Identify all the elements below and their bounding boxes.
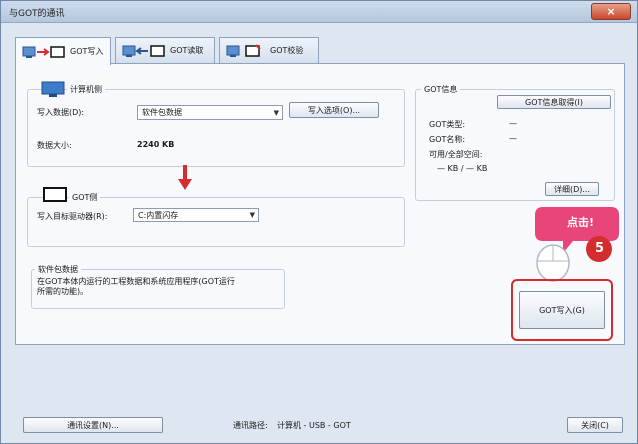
chevron-down-icon: ▼ xyxy=(273,108,279,117)
package-data-description: 在GOT本体内运行的工程数据和系统应用程序(GOT运行所需的功能)。 xyxy=(37,277,235,296)
comm-settings-button[interactable]: 通讯设置(N)... xyxy=(23,417,163,433)
comm-route-label: 通讯路径: xyxy=(233,421,268,430)
click-hint-text: 点击! xyxy=(567,216,595,229)
got-info-title: GOT信息 xyxy=(421,84,461,95)
tab-got-read[interactable]: GOT读取 xyxy=(115,37,215,63)
got-info-get-button[interactable]: GOT信息取得(I) xyxy=(497,95,611,109)
write-data-select[interactable]: 软件包数据 ▼ xyxy=(137,105,283,120)
target-drive-label: 写入目标驱动器(R): xyxy=(37,212,108,221)
write-options-button[interactable]: 写入选项(O)... xyxy=(289,102,379,118)
write-data-label: 写入数据(D): xyxy=(37,108,85,117)
got-write-button[interactable]: GOT写入(G) xyxy=(519,291,605,329)
step-number-badge: 5 xyxy=(595,241,605,256)
verify-icon xyxy=(226,43,261,57)
got-name-label: GOT名称: xyxy=(429,135,466,144)
package-data-title: 软件包数据 xyxy=(35,264,81,275)
data-size-label: 数据大小: xyxy=(37,141,72,150)
space-label: 可用/全部空间: xyxy=(429,150,483,159)
got-type-value: — xyxy=(509,119,517,128)
close-dialog-button[interactable]: 关闭(C) xyxy=(567,417,623,433)
got-to-computer-icon xyxy=(122,44,165,57)
detail-button[interactable]: 详细(D)... xyxy=(545,182,599,196)
target-drive-select[interactable]: C:内置闪存 ▼ xyxy=(133,208,259,222)
tab-got-write[interactable]: GOT写入 xyxy=(15,37,111,65)
write-data-value: 软件包数据 xyxy=(142,108,182,117)
tab-got-verify-label: GOT校验 xyxy=(270,46,304,55)
computer-icon xyxy=(41,81,65,97)
got-name-value: — xyxy=(509,134,517,143)
comm-route-value: 计算机 - USB - GOT xyxy=(277,421,351,430)
chevron-down-icon: ▼ xyxy=(249,211,255,219)
computer-to-got-icon xyxy=(22,45,65,58)
tab-got-write-label: GOT写入 xyxy=(70,47,104,56)
data-size-value: 2240 KB xyxy=(137,140,175,149)
computer-side-group xyxy=(27,89,405,167)
got-side-title: GOT侧 xyxy=(69,192,101,203)
window-title: 与GOT的通讯 xyxy=(9,9,65,19)
got-type-label: GOT类型: xyxy=(429,120,466,129)
tab-got-verify[interactable]: GOT校验 xyxy=(219,37,319,63)
space-value: — KB / — KB xyxy=(437,164,488,173)
down-arrow-icon xyxy=(178,165,192,190)
got-panel-icon xyxy=(43,187,67,202)
target-drive-value: C:内置闪存 xyxy=(138,210,179,220)
close-window-button[interactable]: × xyxy=(591,3,631,20)
tab-got-read-label: GOT读取 xyxy=(170,46,204,55)
computer-side-title: 计算机侧 xyxy=(67,84,105,95)
got-side-group xyxy=(27,197,405,247)
got-communication-dialog: 与GOT的通讯 × GOT写入 GOT读取 GOT校验 计算机侧 写入数据(D)… xyxy=(0,0,638,444)
title-bar: 与GOT的通讯 × xyxy=(1,1,637,23)
